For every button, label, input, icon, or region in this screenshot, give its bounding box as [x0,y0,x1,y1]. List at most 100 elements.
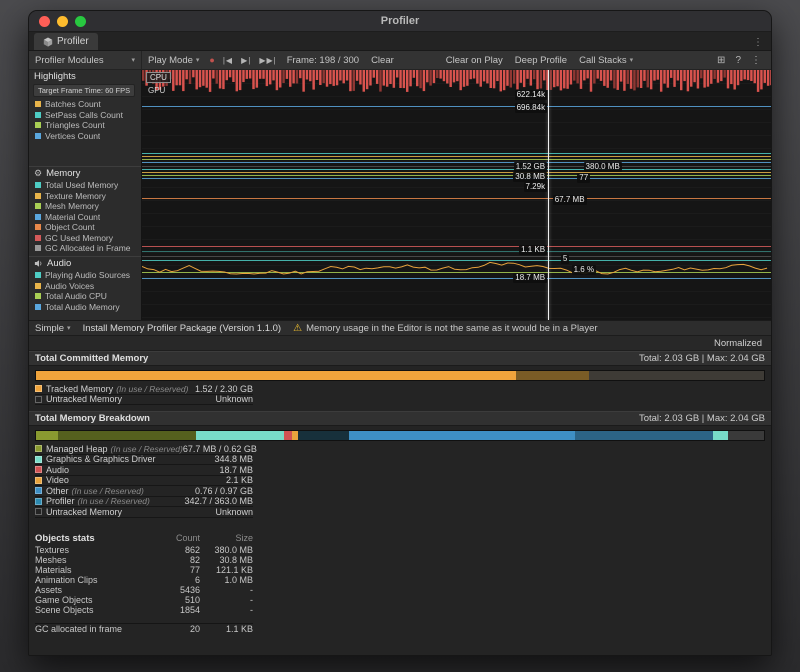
jump-first-frame-icon[interactable]: |◀ [219,56,237,65]
counter-swatch-icon [35,245,41,251]
profiler-chart-area[interactable]: CPU GPU 622.14k696.84k1.52 GB380.0 MB30.… [142,70,771,320]
counter-item[interactable]: Triangles Count [29,120,141,131]
counter-item[interactable]: Total Used Memory [29,180,141,191]
counter-item[interactable]: Batches Count [29,99,141,110]
clear-button[interactable]: Clear [365,55,400,66]
normalized-toggle[interactable]: Normalized [714,338,762,349]
chart-value-label: 1.1 KB [519,245,547,255]
legend-row[interactable]: Untracked Memory Unknown [35,507,253,518]
next-frame-icon[interactable]: ▶| [237,56,255,65]
counter-item[interactable]: Material Count [29,212,141,223]
counter-label: Playing Audio Sources [45,270,130,280]
highlights-header[interactable]: Highlights [29,70,141,83]
chevron-down-icon: ▾ [630,56,634,64]
call-stacks-dropdown[interactable]: Call Stacks ▾ [573,55,639,66]
counter-item[interactable]: Mesh Memory [29,201,141,212]
legend-label: Video [46,475,69,485]
counter-item[interactable]: Total Audio CPU [29,291,141,302]
gpu-chart-label[interactable]: GPU [148,86,165,95]
legend-row[interactable]: Profiler (In use / Reserved) 342.7 / 363… [35,497,253,508]
legend-label: Graphics & Graphics Driver [46,454,156,464]
chart-series-line [142,178,771,179]
audio-title: Audio [47,258,71,269]
install-memory-profiler-button[interactable]: Install Memory Profiler Package (Version… [83,323,282,334]
deep-profile-toggle[interactable]: Deep Profile [509,55,573,66]
table-row[interactable]: Assets 5436 - [35,585,253,595]
counter-label: Batches Count [45,99,101,109]
details-view-dropdown[interactable]: Simple ▾ [35,323,71,334]
frame-counter: Frame: 198 / 300 [281,55,365,66]
counter-item[interactable]: Object Count [29,222,141,233]
play-mode-dropdown[interactable]: Play Mode ▾ [142,55,205,66]
memory-header[interactable]: ⚙ Memory [29,167,141,180]
gc-allocated-row[interactable]: GC allocated in frame 20 1.1 KB [35,623,253,633]
counter-swatch-icon [35,272,41,278]
layout-icon[interactable]: ⊞ [713,55,729,66]
table-row[interactable]: Textures 862 380.0 MB [35,545,253,555]
counter-item[interactable]: SetPass Calls Count [29,110,141,121]
minimize-window-icon[interactable] [57,16,68,27]
editor-memory-warning: ⚠ Memory usage in the Editor is not the … [293,323,597,334]
toolbar-menu-icon[interactable]: ⋮ [747,55,765,66]
legend-label: Untracked Memory [46,507,122,517]
memory-bar-segment [58,431,196,440]
counter-swatch-icon [35,224,41,230]
table-row[interactable]: Scene Objects 1854 - [35,605,253,615]
help-icon[interactable]: ? [731,55,745,66]
legend-row[interactable]: Other (In use / Reserved) 0.76 / 0.97 GB [35,486,253,497]
counter-item[interactable]: GC Used Memory [29,233,141,244]
play-mode-label: Play Mode [148,55,193,66]
profiler-modules-dropdown[interactable]: Profiler Modules ▾ [29,51,142,69]
legend-label: Tracked Memory [46,384,113,394]
cpu-frame-bars [142,70,771,94]
legend-row[interactable]: Video 2.1 KB [35,476,253,487]
clear-on-play-toggle[interactable]: Clear on Play [440,55,509,66]
counter-swatch-icon [35,193,41,199]
counter-label: Total Used Memory [45,180,118,190]
table-row[interactable]: Materials 77 121.1 KB [35,565,253,575]
counter-item[interactable]: Texture Memory [29,191,141,202]
counter-item[interactable]: Audio Voices [29,281,141,292]
counter-item[interactable]: Total Audio Memory [29,302,141,313]
zoom-window-icon[interactable] [75,16,86,27]
tab-profiler[interactable]: Profiler [34,33,98,50]
legend-row[interactable]: Untracked Memory Unknown [35,395,253,406]
memory-bar-segment [196,431,283,440]
object-count: 5436 [150,585,200,595]
chart-series-line [142,198,771,199]
details-toolbar: Simple ▾ Install Memory Profiler Package… [29,320,771,336]
memory-bar-segment [728,431,764,440]
chart-series-line [142,106,771,107]
committed-memory-totals: Total: 2.03 GB | Max: 2.04 GB [639,353,765,364]
audio-header[interactable]: Audio [29,257,141,270]
jump-last-frame-icon[interactable]: ▶▶| [255,56,280,65]
table-row[interactable]: Animation Clips 6 1.0 MB [35,575,253,585]
counter-item[interactable]: Vertices Count [29,131,141,142]
legend-row[interactable]: Managed Heap (In use / Reserved) 67.7 MB… [35,444,253,455]
legend-row[interactable]: Audio 18.7 MB [35,465,253,476]
counter-item[interactable]: Playing Audio Sources [29,270,141,281]
target-frame-time-dropdown[interactable]: Target Frame Time: 60 FPS [33,84,135,97]
cpu-chart-label[interactable]: CPU [146,72,171,83]
table-row[interactable]: Game Objects 510 - [35,595,253,605]
legend-label: Managed Heap [46,444,108,454]
legend-row[interactable]: Graphics & Graphics Driver 344.8 MB [35,455,253,466]
titlebar[interactable]: Profiler [29,11,771,32]
legend-row[interactable]: Tracked Memory (In use / Reserved) 1.52 … [35,384,253,395]
tab-menu-icon[interactable]: ⋮ [745,37,771,50]
memory-breakdown-title: Total Memory Breakdown [35,413,150,424]
record-icon[interactable]: ● [205,55,218,65]
window-controls [29,16,86,27]
counter-item[interactable]: GC Allocated in Frame [29,243,141,254]
object-count: 6 [150,575,200,585]
committed-memory-title: Total Committed Memory [35,353,148,364]
selected-frame-indicator[interactable] [548,70,549,320]
chart-value-label: 30.8 MB [513,172,547,182]
table-row[interactable]: Meshes 82 30.8 MB [35,555,253,565]
object-name: Game Objects [35,595,150,605]
legend-label: Other [46,486,69,496]
legend-sublabel: (In use / Reserved) [78,496,150,506]
chart-value-label: 5 [561,254,569,264]
close-window-icon[interactable] [39,16,50,27]
memory-bar-segment [516,371,589,380]
